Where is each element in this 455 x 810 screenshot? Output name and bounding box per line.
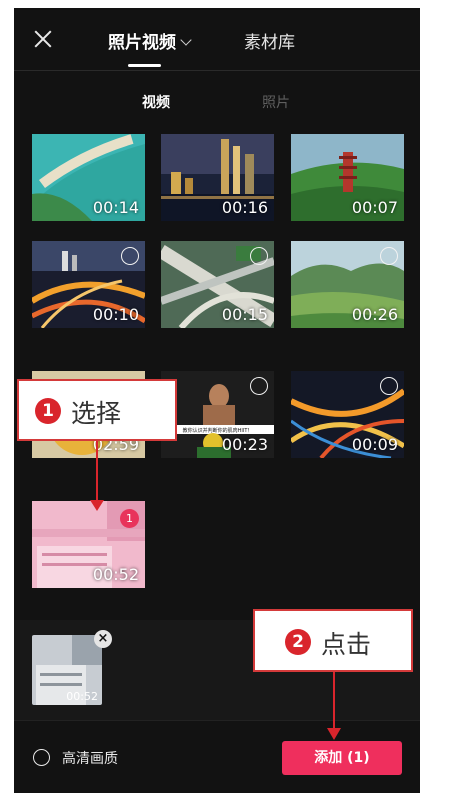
- step1-callout: 1 选择: [17, 379, 177, 441]
- select-circle[interactable]: [250, 247, 268, 265]
- bottom-bar: 高清画质 添加 (1): [14, 720, 420, 793]
- close-icon[interactable]: [32, 28, 54, 50]
- duration-label: 00:52: [92, 565, 139, 584]
- media-tile[interactable]: 00:07: [291, 134, 404, 221]
- active-tab-indicator: [128, 64, 161, 67]
- selected-badge: 1: [120, 509, 139, 528]
- duration-label: 00:26: [351, 305, 398, 324]
- tab-photos-videos-label: 照片视频: [108, 33, 176, 53]
- tab-photos-videos[interactable]: 照片视频: [108, 28, 192, 53]
- add-button[interactable]: 添加 (1): [282, 741, 402, 775]
- duration-label: 00:09: [351, 435, 398, 454]
- media-grid: 00:14 00:16 00:07 00:10 00:15 00:26 02:5…: [14, 134, 420, 620]
- select-circle[interactable]: [250, 377, 268, 395]
- step2-number: 2: [285, 629, 311, 655]
- chevron-down-icon: [180, 34, 192, 46]
- duration-label: 00:23: [221, 435, 268, 454]
- duration-label: 00:16: [221, 198, 268, 217]
- top-bar: 照片视频 素材库: [14, 8, 420, 71]
- step2-callout: 2 点击: [253, 609, 413, 672]
- duration-label: 00:10: [92, 305, 139, 324]
- media-tile[interactable]: 00:14: [32, 134, 145, 221]
- remove-icon[interactable]: ×: [94, 630, 112, 648]
- tray-thumbnail[interactable]: 00:52: [32, 635, 102, 705]
- media-tile[interactable]: 教你认识并判断你的肌肉HIIT！ 00:23: [161, 371, 274, 458]
- select-circle[interactable]: [380, 377, 398, 395]
- select-circle[interactable]: [121, 247, 139, 265]
- media-tile[interactable]: 00:09: [291, 371, 404, 458]
- select-circle[interactable]: [380, 247, 398, 265]
- hq-radio-button[interactable]: [33, 749, 50, 766]
- subtab-photo[interactable]: 照片: [262, 92, 290, 112]
- media-tile[interactable]: 00:10: [32, 241, 145, 328]
- media-tile-selected[interactable]: 1 00:52: [32, 501, 145, 588]
- hq-label: 高清画质: [62, 751, 118, 767]
- step1-label: 选择: [71, 399, 122, 428]
- step2-label: 点击: [321, 630, 372, 659]
- duration-label: 00:14: [92, 198, 139, 217]
- media-tile[interactable]: 00:16: [161, 134, 274, 221]
- fitness-caption: 教你认识并判断你的肌肉HIIT！: [182, 428, 253, 434]
- media-tile[interactable]: 00:15: [161, 241, 274, 328]
- subtab-video[interactable]: 视频: [142, 92, 170, 112]
- tab-library[interactable]: 素材库: [244, 28, 295, 53]
- duration-label: 00:07: [351, 198, 398, 217]
- media-tile[interactable]: 00:26: [291, 241, 404, 328]
- duration-label: 00:15: [221, 305, 268, 324]
- step1-number: 1: [35, 398, 61, 424]
- tray-duration-label: 00:52: [66, 690, 98, 703]
